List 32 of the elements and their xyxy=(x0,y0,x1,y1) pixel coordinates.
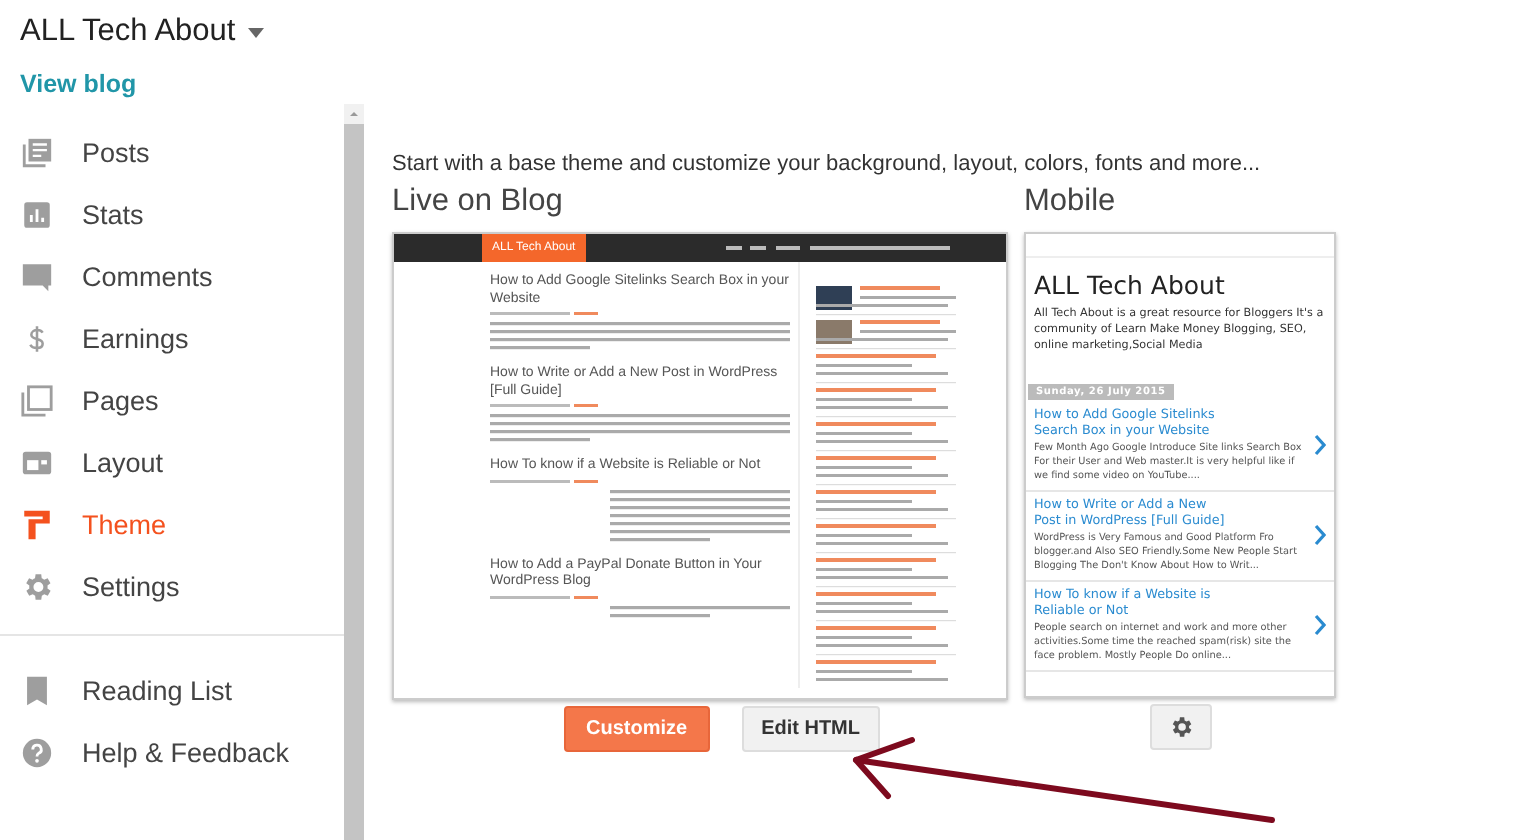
nav-item[interactable]: Stats xyxy=(0,184,344,246)
nav-item[interactable]: Settings xyxy=(0,556,344,618)
nav-item[interactable]: Earnings xyxy=(0,308,344,370)
nav-item[interactable]: Reading List xyxy=(0,660,344,722)
chevron-right-icon[interactable] xyxy=(1314,434,1326,456)
scroll-up-icon[interactable] xyxy=(344,104,364,124)
pages-icon xyxy=(20,384,54,418)
posts-icon xyxy=(20,136,54,170)
settings-button[interactable] xyxy=(1149,704,1211,750)
layout-icon xyxy=(20,446,54,480)
caret-icon[interactable] xyxy=(247,27,264,37)
nav-item[interactable]: Posts xyxy=(0,122,344,184)
scrollbar[interactable] xyxy=(344,104,364,840)
blog-title[interactable]: ALL Tech About xyxy=(20,14,236,50)
nav-item[interactable]: Comments xyxy=(0,246,344,308)
intro-text: Start with a base theme and customize your background, layout, colors, fonts and more... xyxy=(392,152,1263,176)
bar-chart-icon xyxy=(20,198,54,232)
chevron-right-icon[interactable] xyxy=(1314,524,1326,546)
settings-icon xyxy=(20,570,54,604)
paint-roller-icon xyxy=(20,508,54,542)
blog-title: ALL Tech About xyxy=(1034,270,1227,300)
chevron-right-icon[interactable] xyxy=(1314,614,1326,636)
nav-item[interactable]: Help & Feedback xyxy=(0,722,344,784)
nav-item[interactable]: Layout xyxy=(0,432,344,494)
nav-item[interactable]: Pages xyxy=(0,370,344,432)
section-heading: Mobile xyxy=(1024,184,1118,220)
settings-icon xyxy=(1167,714,1193,740)
help-icon xyxy=(20,736,54,770)
speech-bubble-icon xyxy=(20,260,54,294)
section-heading: Live on Blog xyxy=(392,184,565,220)
view-blog-link[interactable]: View blog xyxy=(20,70,137,98)
edit-html-button[interactable]: Edit HTML xyxy=(741,706,880,752)
